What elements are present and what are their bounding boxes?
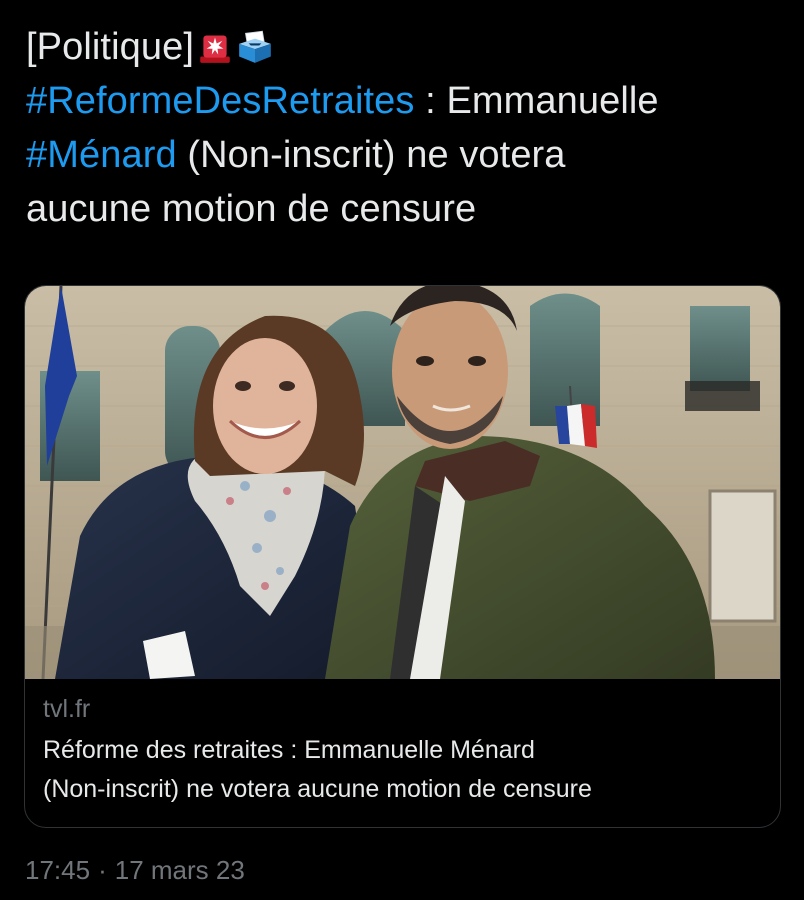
card-domain: tvl.fr (43, 695, 91, 723)
tweet-prefix: [Politique] (26, 26, 194, 68)
tweet: [Politique] #ReformeDesRetraites : Emman… (0, 0, 804, 900)
tweet-date: 17 mars 23 (114, 855, 245, 885)
link-card[interactable]: tvl.fr Réforme des retraites : Emmanuell… (24, 285, 781, 828)
rotating-light-icon (200, 35, 230, 63)
card-title-line: Réforme des retraites : Emmanuelle Ménar… (43, 736, 535, 764)
ballot-box-icon (239, 30, 271, 63)
card-photo[interactable] (25, 286, 780, 679)
tweet-text: [Politique] #ReformeDesRetraites : Emman… (26, 20, 786, 236)
tweet-text-segment: (Non-inscrit) ne votera (176, 134, 566, 176)
hashtag-menard[interactable]: #Ménard (26, 134, 177, 176)
tweet-text-segment: aucune motion de censure (26, 188, 477, 230)
card-meta: tvl.fr Réforme des retraites : Emmanuell… (43, 691, 763, 809)
tweet-time: 17:45 (25, 855, 91, 885)
hashtag-reformedesretraites[interactable]: #ReformeDesRetraites (26, 80, 414, 122)
tweet-line-3: #Ménard (Non-inscrit) ne votera (26, 128, 786, 182)
tweet-line-2: #ReformeDesRetraites : Emmanuelle (26, 74, 786, 128)
tweet-timestamp[interactable]: 17:45 · 17 mars 23 (25, 852, 245, 888)
tweet-line-1: [Politique] (26, 20, 786, 74)
card-title-line: (Non-inscrit) ne votera aucune motion de… (43, 775, 592, 803)
separator-dot: · (98, 855, 107, 885)
tweet-text-segment: : Emmanuelle (414, 80, 659, 122)
tweet-line-4: aucune motion de censure (26, 182, 786, 236)
card-title[interactable]: Réforme des retraites : Emmanuelle Ménar… (43, 731, 763, 809)
